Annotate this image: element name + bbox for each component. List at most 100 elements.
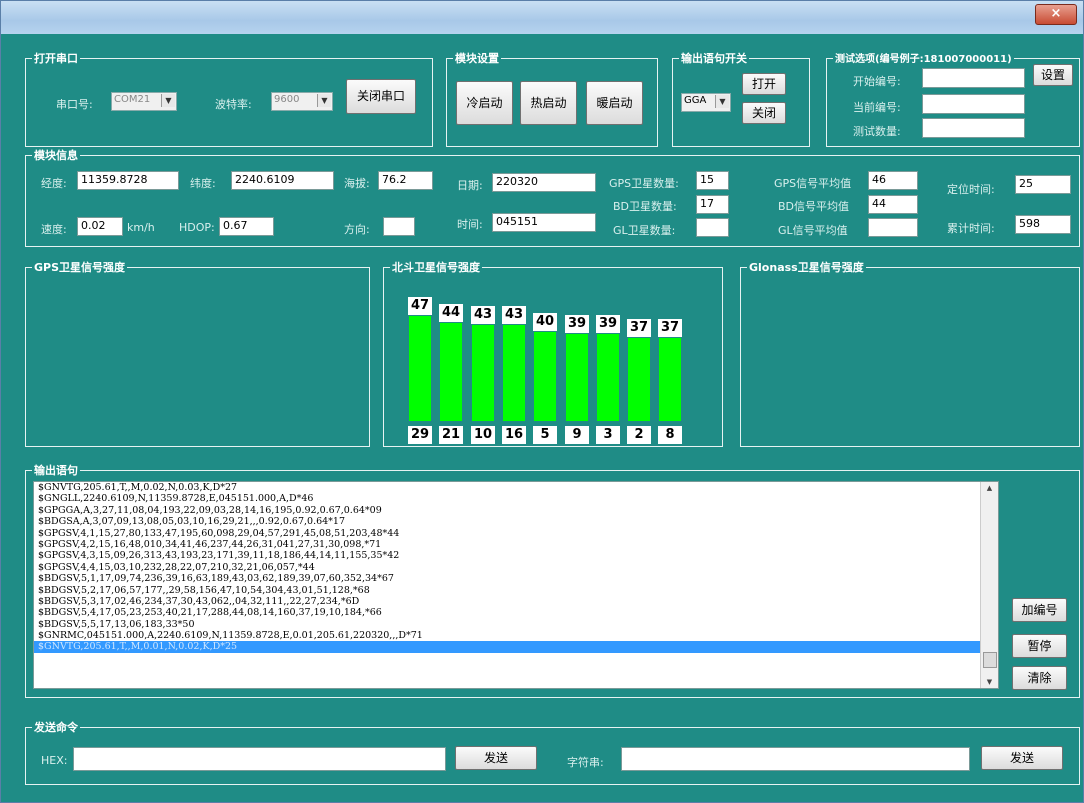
signal-value-label: 40	[533, 313, 557, 331]
send-string-button[interactable]: 发送	[981, 746, 1063, 770]
output-line[interactable]: $GPGSV,4,1,15,27,80,133,47,195,60,098,29…	[34, 528, 998, 539]
signal-value-label: 43	[471, 306, 495, 324]
satellite-id-label: 16	[502, 426, 526, 444]
signal-value-label: 39	[596, 315, 620, 333]
module-info-title: 模块信息	[32, 147, 80, 163]
gl-sat-label: GL卫星数量:	[613, 224, 676, 237]
satellite-id-label: 5	[533, 426, 557, 444]
scroll-up-icon[interactable]: ▲	[981, 484, 998, 492]
total-time-value: 598	[1015, 215, 1071, 234]
start-number-input[interactable]	[922, 68, 1025, 88]
title-bar[interactable]: ×	[1, 1, 1083, 34]
fix-time-label: 定位时间:	[947, 183, 995, 196]
output-line[interactable]: $BDGSV,5,3,17,02,46,234,37,30,43,062,,04…	[34, 596, 998, 607]
current-number-input[interactable]	[922, 94, 1025, 114]
longitude-value: 11359.8728	[77, 171, 179, 190]
gps-sat-label: GPS卫星数量:	[609, 177, 679, 190]
direction-label: 方向:	[344, 223, 370, 236]
port-select[interactable]: COM21 ▼	[111, 92, 177, 111]
output-line[interactable]: $GNGLL,2240.6109,N,11359.8728,E,045151.0…	[34, 493, 998, 504]
time-label: 时间:	[457, 218, 483, 231]
port-select-value: COM21	[114, 94, 151, 105]
gps-sat-value: 15	[696, 171, 729, 190]
gps-avg-label: GPS信号平均值	[774, 177, 852, 190]
add-number-button[interactable]: 加编号	[1012, 598, 1067, 622]
total-time-label: 累计时间:	[947, 222, 995, 235]
output-line[interactable]: $BDGSA,A,3,07,09,13,08,05,03,10,16,29,21…	[34, 516, 998, 527]
signal-bar	[659, 338, 681, 421]
direction-value	[383, 217, 415, 236]
clear-button[interactable]: 清除	[1012, 666, 1067, 690]
module-settings-title: 模块设置	[453, 50, 501, 66]
start-number-label: 开始编号:	[853, 75, 901, 88]
signal-bar	[597, 334, 619, 421]
output-line[interactable]: $BDGSV,5,1,17,09,74,236,39,16,63,189,43,…	[34, 573, 998, 584]
output-switch-title: 输出语句开关	[679, 50, 749, 66]
satellite-id-label: 29	[408, 426, 432, 444]
current-number-label: 当前编号:	[853, 101, 901, 114]
output-line[interactable]: $GPGSV,4,4,15,03,10,232,28,22,07,210,32,…	[34, 562, 998, 573]
scroll-down-icon[interactable]: ▼	[981, 678, 998, 686]
satellite-id-label: 2	[627, 426, 651, 444]
serial-port-group-title: 打开串口	[32, 50, 80, 66]
test-options-title: 测试选项(编号例子:181007000011)	[833, 50, 1014, 65]
bd-signal-title: 北斗卫星信号强度	[390, 259, 482, 275]
output-line[interactable]: $BDGSV,5,4,17,05,23,253,40,21,17,288,44,…	[34, 607, 998, 618]
output-lines: $GNVTG,205.61,T,,M,0.02,N,0.03,K,D*27 $GN…	[34, 482, 998, 653]
sentence-select-value: GGA	[684, 95, 707, 106]
altitude-label: 海拔:	[344, 177, 370, 190]
close-output-button[interactable]: 关闭	[742, 102, 786, 124]
speed-unit: km/h	[127, 221, 155, 234]
signal-bar	[628, 338, 650, 421]
cold-start-button[interactable]: 冷启动	[456, 81, 513, 125]
signal-bar	[409, 316, 431, 421]
signal-value-label: 39	[565, 315, 589, 333]
set-button[interactable]: 设置	[1033, 64, 1073, 86]
gps-signal-panel: GPS卫星信号强度	[25, 259, 370, 447]
speed-label: 速度:	[41, 223, 67, 236]
satellite-id-label: 8	[658, 426, 682, 444]
close-port-button[interactable]: 关闭串口	[346, 79, 416, 114]
bd-avg-value: 44	[868, 195, 918, 214]
sentence-select[interactable]: GGA ▼	[681, 93, 731, 112]
output-line[interactable]: $GPGSV,4,2,15,16,48,010,34,41,46,237,44,…	[34, 539, 998, 550]
output-line[interactable]: $GNRMC,045151.000,A,2240.6109,N,11359.87…	[34, 630, 998, 641]
output-line[interactable]: $GPGSV,4,3,15,09,26,313,43,193,23,171,39…	[34, 550, 998, 561]
hdop-label: HDOP:	[179, 221, 215, 234]
signal-bar	[566, 334, 588, 421]
open-output-button[interactable]: 打开	[742, 73, 786, 95]
hex-input[interactable]	[73, 747, 446, 771]
hot-start-button[interactable]: 热启动	[520, 81, 577, 125]
output-scrollbar[interactable]: ▲ ▼	[980, 482, 998, 688]
close-window-button[interactable]: ×	[1035, 4, 1077, 25]
gl-avg-value	[868, 218, 918, 237]
output-line[interactable]: $BDGSV,5,5,17,13,06,183,33*50	[34, 619, 998, 630]
pause-button[interactable]: 暂停	[1012, 634, 1067, 658]
output-line[interactable]: $GPGGA,A,3,27,11,08,04,193,22,09,03,28,1…	[34, 505, 998, 516]
output-line-selected[interactable]: $GNVTG,205.61,T,,M,0.01,N,0.02,K,D*25	[34, 641, 998, 653]
satellite-id-label: 3	[596, 426, 620, 444]
gl-sat-value	[696, 218, 729, 237]
string-input[interactable]	[621, 747, 970, 771]
time-value: 045151	[492, 213, 596, 232]
baud-select[interactable]: 9600 ▼	[271, 92, 333, 111]
warm-start-button[interactable]: 暖启动	[586, 81, 643, 125]
test-count-label: 测试数量:	[853, 125, 901, 138]
bd-avg-label: BD信号平均值	[778, 200, 850, 213]
send-group-title: 发送命令	[32, 719, 80, 735]
chevron-down-icon: ▼	[161, 94, 175, 107]
signal-bar	[440, 323, 462, 421]
send-hex-button[interactable]: 发送	[455, 746, 537, 770]
scroll-thumb[interactable]	[983, 652, 997, 668]
gl-avg-label: GL信号平均值	[778, 224, 848, 237]
satellite-id-label: 10	[471, 426, 495, 444]
signal-bar	[534, 332, 556, 421]
altitude-value: 76.2	[378, 171, 433, 190]
output-line[interactable]: $BDGSV,5,2,17,06,57,177,,29,58,156,47,10…	[34, 585, 998, 596]
baud-label: 波特率:	[215, 98, 252, 111]
fix-time-value: 25	[1015, 175, 1071, 194]
satellite-id-label: 21	[439, 426, 463, 444]
output-log[interactable]: $GNVTG,205.61,T,,M,0.02,N,0.03,K,D*27 $GN…	[33, 481, 999, 689]
output-line[interactable]: $GNVTG,205.61,T,,M,0.02,N,0.03,K,D*27	[34, 482, 998, 493]
test-count-input[interactable]	[922, 118, 1025, 138]
